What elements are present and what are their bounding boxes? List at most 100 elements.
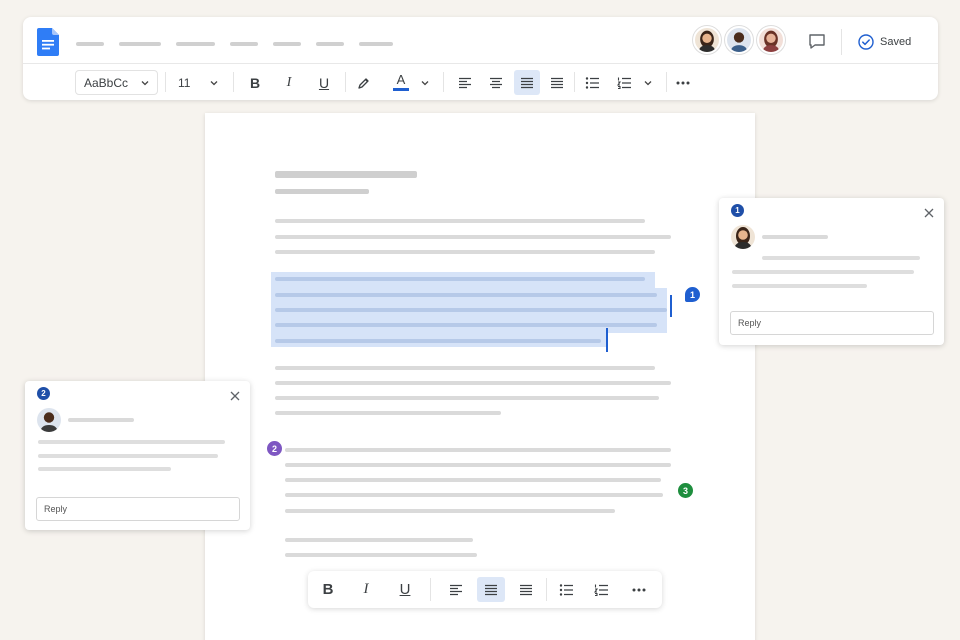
text-color-button[interactable]: A: [388, 70, 414, 95]
reply-placeholder: Reply: [738, 318, 762, 328]
italic-button[interactable]: I: [352, 577, 380, 602]
bulleted-list-button[interactable]: [579, 70, 605, 95]
text-line: [275, 235, 671, 239]
comment-card-1[interactable]: 1 Reply: [719, 198, 944, 345]
comment-author-avatar: [37, 408, 61, 432]
menu-item-view[interactable]: [176, 42, 215, 46]
docs-icon[interactable]: [37, 28, 59, 56]
toolbar-separator: [165, 72, 166, 92]
floating-toolbar: B I U: [308, 571, 662, 608]
text-line: [275, 396, 659, 400]
selected-text-line: [275, 308, 667, 312]
doc-title-line: [275, 171, 417, 178]
text-line: [285, 553, 477, 557]
align-center-button[interactable]: [483, 70, 509, 95]
comment-marker-2[interactable]: 2: [267, 441, 282, 456]
menu-item-file[interactable]: [76, 42, 104, 46]
comment-marker-3[interactable]: 3: [678, 483, 693, 498]
text-line: [275, 250, 655, 254]
align-justify-button[interactable]: [477, 577, 505, 602]
text-line: [285, 509, 615, 513]
align-center-icon: [490, 77, 502, 88]
underline-label: U: [318, 74, 330, 91]
selected-text-line: [275, 293, 657, 297]
menu-item-insert[interactable]: [230, 42, 258, 46]
bold-button[interactable]: B: [314, 577, 342, 602]
underline-label: U: [399, 581, 411, 598]
comment-number-badge: 2: [37, 387, 50, 400]
more-options-button[interactable]: [625, 577, 653, 602]
more-horizontal-icon: [632, 588, 646, 591]
more-options-button[interactable]: [670, 70, 696, 95]
text-color-swatch: [393, 88, 409, 91]
toolbar-separator: [666, 72, 667, 92]
style-select[interactable]: AaBbCc: [75, 70, 158, 95]
underline-button[interactable]: U: [311, 70, 337, 95]
close-icon[interactable]: [228, 389, 242, 403]
menu-item-help[interactable]: [359, 42, 393, 46]
marker-number: 1: [689, 289, 695, 300]
align-full-icon: [551, 77, 563, 88]
header-separator: [841, 29, 842, 55]
align-full-icon: [520, 584, 532, 595]
font-size-select[interactable]: 11: [169, 70, 227, 95]
reply-input[interactable]: Reply: [730, 311, 934, 335]
close-icon[interactable]: [922, 206, 936, 220]
marker-number: 3: [682, 485, 688, 496]
avatar-woman-icon: [698, 30, 716, 52]
align-full-button[interactable]: [512, 577, 540, 602]
text-caret: [606, 328, 608, 352]
numbered-list-button[interactable]: [611, 70, 637, 95]
selected-text-line: [275, 277, 645, 281]
comment-text-line: [762, 256, 920, 260]
collaborator-avatar-2[interactable]: [725, 26, 753, 54]
text-line: [285, 448, 671, 452]
numbered-list-button[interactable]: [587, 577, 615, 602]
toolbar-separator: [574, 72, 575, 92]
italic-button[interactable]: I: [276, 70, 302, 95]
text-color-dropdown[interactable]: [416, 70, 434, 95]
save-status: Saved: [858, 31, 911, 53]
comment-number-badge: 1: [731, 204, 744, 217]
bulleted-list-icon: [559, 583, 573, 596]
comment-icon[interactable]: [806, 31, 828, 53]
comment-author-line: [68, 418, 134, 422]
menu-item-edit[interactable]: [119, 42, 161, 46]
comment-card-2[interactable]: 2 Reply: [25, 381, 250, 530]
list-options-dropdown[interactable]: [639, 70, 657, 95]
numbered-list-icon: [616, 77, 631, 89]
docs-header: Saved AaBbCc 11 B I U A: [23, 17, 938, 100]
font-size-value: 11: [178, 75, 191, 90]
align-left-button[interactable]: [442, 577, 470, 602]
highlight-button[interactable]: [351, 70, 377, 95]
align-right-button[interactable]: [544, 70, 570, 95]
toolbar-separator: [443, 72, 444, 92]
collaborator-avatar-1[interactable]: [693, 26, 721, 54]
document-page[interactable]: [205, 113, 755, 640]
align-left-button[interactable]: [452, 70, 478, 95]
comment-marker-1[interactable]: 1: [685, 287, 700, 302]
reply-input[interactable]: Reply: [36, 497, 240, 521]
bold-label: B: [322, 581, 334, 598]
comment-author-line: [762, 235, 828, 239]
collaborator-avatar-3[interactable]: [757, 26, 785, 54]
comment-text-line: [732, 284, 867, 288]
highlighter-icon: [358, 77, 369, 89]
toolbar-separator: [546, 578, 547, 601]
chevron-down-icon: [421, 80, 429, 85]
marker-number: 2: [271, 443, 277, 454]
chevron-down-icon: [644, 80, 652, 85]
comment-text-line: [38, 454, 218, 458]
menu-item-tools[interactable]: [316, 42, 344, 46]
italic-label: I: [363, 581, 369, 597]
text-line: [285, 463, 671, 467]
underline-button[interactable]: U: [391, 577, 419, 602]
bold-button[interactable]: B: [242, 70, 268, 95]
text-line: [275, 366, 655, 370]
menu-item-format[interactable]: [273, 42, 301, 46]
avatar-man-icon: [40, 412, 58, 432]
italic-label: I: [286, 74, 292, 90]
align-justify-button[interactable]: [514, 70, 540, 95]
bulleted-list-button[interactable]: [552, 577, 580, 602]
style-select-value: AaBbCc: [84, 75, 129, 90]
